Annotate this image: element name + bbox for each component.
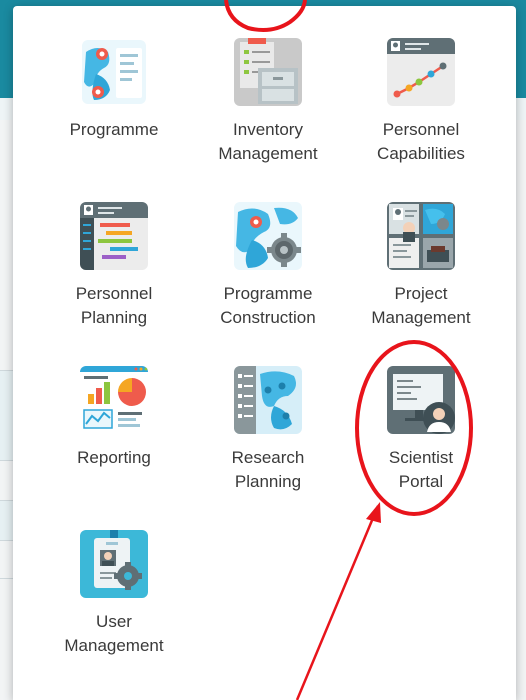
tile-user-management[interactable]: User Management [39, 530, 189, 658]
tile-label: Personnel Capabilities [377, 120, 465, 163]
tile-research-planning[interactable]: Research Planning [193, 366, 343, 494]
tile-label: Research Planning [231, 448, 305, 491]
tile-label: Project Management [371, 284, 471, 327]
tile-label: Inventory Management [218, 120, 318, 163]
tile-personnel-planning[interactable]: Personnel Planning [39, 202, 189, 330]
tile-project-management[interactable]: Project Management [346, 202, 496, 330]
tile-reporting[interactable]: Reporting [39, 366, 189, 470]
file-cabinet-icon [234, 38, 302, 106]
tile-scientist-portal[interactable]: Scientist Portal [346, 366, 496, 494]
tile-label: Personnel Planning [75, 284, 153, 327]
tile-label: Scientist Portal [388, 448, 454, 491]
tile-label: Reporting [77, 448, 151, 467]
scientist-monitor-icon [387, 366, 455, 434]
growth-chart-icon [387, 38, 455, 106]
tile-label: Programme [69, 120, 159, 139]
tile-label: Programme Construction [220, 284, 316, 327]
tile-inventory-management[interactable]: Inventory Management [193, 38, 343, 166]
tile-label: User Management [64, 612, 164, 655]
tile-personnel-capabilities[interactable]: Personnel Capabilities [346, 38, 496, 166]
gantt-chart-icon [80, 202, 148, 270]
tile-programme[interactable]: Programme [39, 38, 189, 142]
world-map-icon [80, 38, 148, 106]
report-dashboard-icon [80, 366, 148, 434]
project-collage-icon [387, 202, 455, 270]
research-map-icon [234, 366, 302, 434]
app-launcher-panel: Programme Inventory Management Personnel… [13, 6, 516, 700]
tile-programme-construction[interactable]: Programme Construction [193, 202, 343, 330]
id-badge-gear-icon [80, 530, 148, 598]
map-gear-icon [234, 202, 302, 270]
